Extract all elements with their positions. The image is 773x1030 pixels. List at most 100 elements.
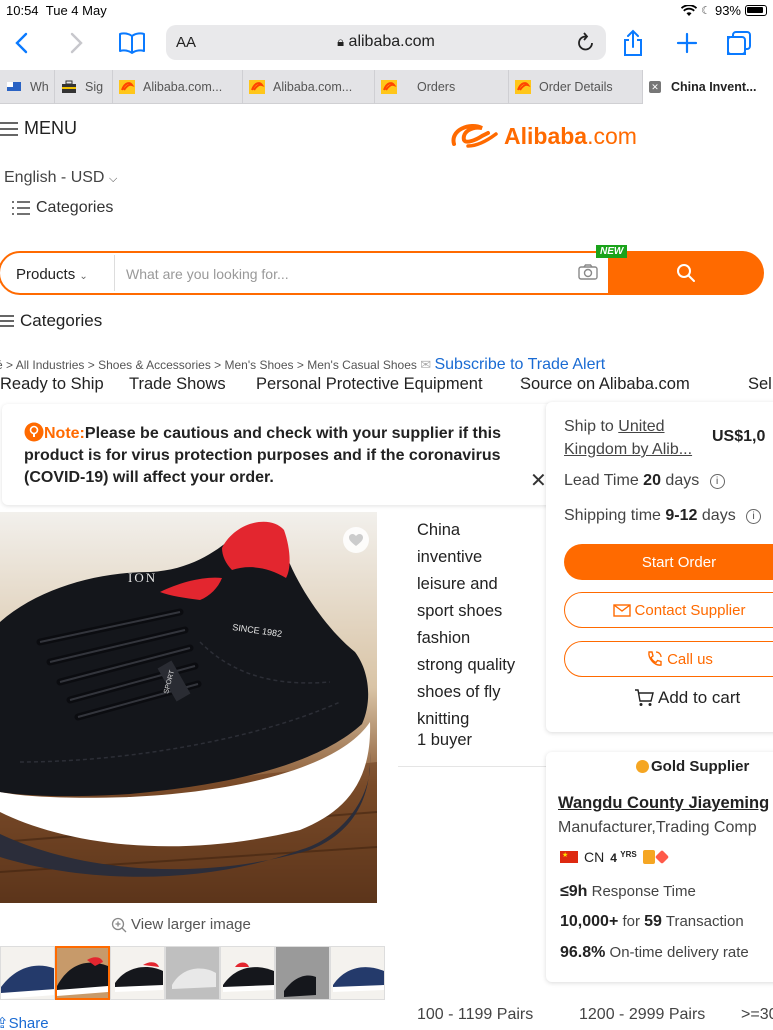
book-icon: [119, 32, 145, 54]
browser-tab[interactable]: Sig: [54, 70, 112, 104]
share-link[interactable]: ⇪Share: [0, 1014, 49, 1030]
search-bar: Products ⌄: [0, 251, 764, 295]
status-time: 10:54 Tue 4 May: [6, 3, 107, 18]
thumbnail[interactable]: [165, 946, 220, 1000]
thumbnail[interactable]: [220, 946, 275, 1000]
envelope-icon: [612, 603, 631, 617]
reload-icon: [578, 32, 593, 51]
bookmarks-button[interactable]: [118, 28, 146, 58]
categories-link-top[interactable]: Categories: [12, 199, 113, 217]
browser-tab-active[interactable]: ✕ China Invent...: [642, 70, 773, 104]
breadcrumb-item[interactable]: All Industries: [16, 358, 85, 372]
search-input[interactable]: [126, 262, 566, 286]
thumbnail-strip: [0, 946, 385, 1000]
tabs-overview-button[interactable]: [726, 28, 752, 58]
start-order-button[interactable]: Start Order: [564, 544, 773, 580]
gold-supplier-badge: Gold Supplier: [632, 756, 754, 777]
shipping-time: Shipping time 9-12 days i: [564, 507, 762, 525]
response-time: ≤9h Response Time: [560, 883, 696, 900]
close-icon[interactable]: ✕: [530, 468, 547, 493]
alibaba-mark-icon: [451, 124, 498, 148]
favorite-button[interactable]: [343, 527, 369, 553]
thumbnail[interactable]: [0, 946, 55, 1000]
breadcrumb-item[interactable]: Men's Casual Shoes: [307, 358, 417, 372]
camera-icon: [578, 264, 598, 280]
nav-link-ppe[interactable]: Personal Protective Equipment: [256, 375, 483, 394]
supplier-badges-icon: [642, 849, 669, 865]
view-larger-image-link[interactable]: View larger image: [111, 916, 251, 933]
price-tier: 100 - 1199 Pairs: [417, 1006, 534, 1023]
browser-tab[interactable]: Alibaba.com...: [112, 70, 242, 104]
chevron-down-icon: ⌵: [520, 375, 529, 387]
breadcrumb-item[interactable]: é: [0, 358, 3, 372]
shoe-print-brand: ION: [128, 570, 157, 585]
info-icon[interactable]: i: [746, 509, 762, 524]
browser-tab[interactable]: Alibaba.com...: [242, 70, 374, 104]
on-time-delivery: 96.8% On-time delivery rate: [560, 944, 749, 961]
thumbnail[interactable]: [275, 946, 330, 1000]
thumbnail[interactable]: [110, 946, 165, 1000]
nav-link-sell[interactable]: Sell: [748, 375, 773, 394]
zoom-in-icon: [111, 917, 127, 932]
search-button[interactable]: [608, 251, 764, 295]
new-badge: NEW: [596, 245, 628, 258]
forward-button[interactable]: [70, 28, 84, 58]
thumbnail[interactable]: [330, 946, 385, 1000]
list-icon: [12, 201, 30, 215]
new-tab-button[interactable]: [676, 28, 698, 58]
back-button[interactable]: [14, 28, 28, 58]
browser-tab[interactable]: Orders: [374, 70, 508, 104]
ship-to[interactable]: Ship to United Kingdom by Alib...: [564, 415, 692, 461]
thumbnail-active[interactable]: [55, 946, 110, 1000]
cart-icon: [635, 689, 654, 706]
address-bar[interactable]: AA 🔒︎ alibaba.com: [166, 25, 606, 60]
chevron-down-icon: ⌵: [108, 173, 118, 185]
browser-tab[interactable]: Order Details: [508, 70, 642, 104]
call-us-button[interactable]: Call us: [564, 641, 773, 677]
image-search-button[interactable]: [578, 264, 598, 285]
supplier-card: Gold Supplier Wangdu County Jiayeming Ma…: [546, 752, 773, 982]
breadcrumb-item[interactable]: Men's Shoes: [225, 358, 294, 372]
share-button[interactable]: [622, 28, 644, 58]
info-icon[interactable]: i: [709, 474, 725, 489]
supplier-name-link[interactable]: Wangdu County Jiayeming: [558, 794, 769, 813]
url-text: 🔒︎ alibaba.com: [337, 33, 435, 50]
share-icon: ⇪: [0, 1015, 9, 1030]
hamburger-icon: [0, 315, 14, 327]
browser-tab-bar: Wh Sig Alibaba.com... Alibaba.com... Ord…: [0, 70, 773, 104]
buyer-count: 1 buyer: [417, 731, 473, 749]
china-flag-icon: [560, 851, 578, 863]
chevron-left-icon: [15, 32, 28, 54]
search-category-select[interactable]: Products ⌄: [16, 266, 88, 283]
heart-icon: [349, 534, 363, 546]
briefcase-favicon-icon: [62, 80, 76, 93]
share-icon: [624, 29, 642, 56]
product-image[interactable]: SINCE 1982 ION SPORT: [0, 512, 377, 903]
price-tier: 1200 - 2999 Pairs: [579, 1006, 706, 1023]
product-title: China inventive leisure and sport shoes …: [417, 521, 516, 728]
battery-icon: [745, 5, 767, 16]
search-icon: [677, 264, 695, 282]
close-tab-icon[interactable]: ✕: [649, 81, 661, 93]
gold-coin-icon: [636, 760, 649, 773]
contact-supplier-button[interactable]: Contact Supplier: [564, 592, 773, 628]
alibaba-logo[interactable]: Alibaba .com: [448, 120, 637, 152]
language-currency-selector[interactable]: English - USD ⌵: [4, 169, 117, 187]
subscribe-trade-alert-link[interactable]: Subscribe to Trade Alert: [434, 356, 605, 373]
nav-link-ready-to-ship[interactable]: Ready to Ship: [0, 375, 104, 394]
divider: [114, 255, 115, 291]
price-tier: >=30: [741, 1006, 773, 1023]
categories-link[interactable]: Categories: [0, 311, 102, 331]
nav-link-trade-shows[interactable]: Trade Shows: [129, 375, 226, 394]
menu-button[interactable]: MENU: [0, 118, 77, 139]
info-bulb-icon: [24, 422, 44, 442]
add-to-cart-button[interactable]: Add to cart: [634, 688, 740, 708]
battery-percent: 93%: [714, 3, 741, 18]
breadcrumb-item[interactable]: Shoes & Accessories: [98, 358, 211, 372]
reload-button[interactable]: [576, 31, 596, 58]
browser-tab[interactable]: Wh: [0, 70, 54, 104]
status-bar: 10:54 Tue 4 May ☾ 93%: [0, 0, 773, 22]
lead-time: Lead Time 20 days i: [564, 472, 725, 490]
flag-favicon-icon: [7, 82, 21, 91]
chevron-down-icon: ⌄: [79, 271, 88, 282]
